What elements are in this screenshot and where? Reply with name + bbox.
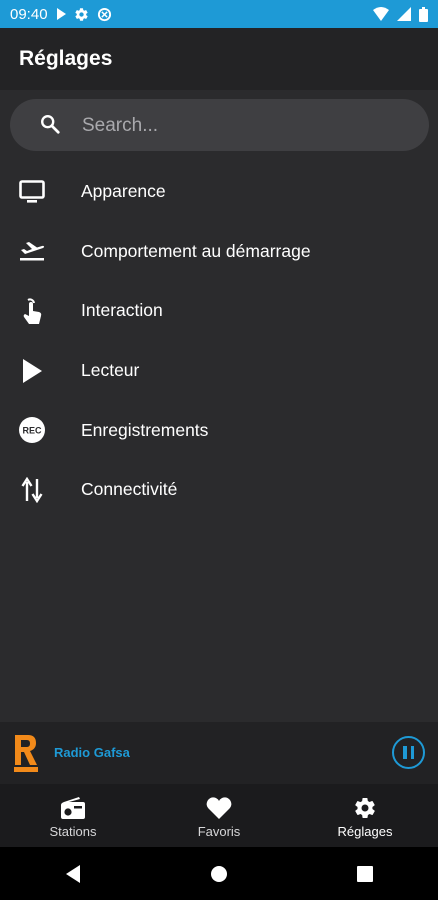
play-icon xyxy=(18,357,46,385)
search-icon[interactable] xyxy=(39,113,61,140)
pause-icon xyxy=(410,746,414,759)
signal-icon xyxy=(397,7,411,21)
home-icon xyxy=(211,865,227,882)
gear-icon xyxy=(353,795,377,821)
menu-item-enregistrements[interactable]: REC Enregistrements xyxy=(0,400,438,460)
status-time: 09:40 xyxy=(10,5,48,23)
search-input[interactable] xyxy=(80,107,404,145)
menu-item-connectivite[interactable]: Connectivité xyxy=(0,460,438,520)
menu-item-label: Connectivité xyxy=(81,479,178,500)
play-icon xyxy=(56,8,66,20)
system-nav-bar xyxy=(0,847,438,900)
sync-icon xyxy=(97,7,112,22)
swap-vertical-icon xyxy=(18,476,46,504)
page-title: Réglages xyxy=(19,47,113,70)
menu-item-label: Interaction xyxy=(81,300,163,321)
menu-item-apparence[interactable]: Apparence xyxy=(0,162,438,222)
nav-label: Favoris xyxy=(197,824,241,839)
radio-icon xyxy=(60,795,86,821)
search-bar[interactable] xyxy=(10,99,429,151)
recents-button[interactable] xyxy=(335,854,395,894)
nav-label: Réglages xyxy=(337,824,393,839)
pause-button[interactable] xyxy=(392,736,425,769)
menu-item-label: Enregistrements xyxy=(81,419,209,440)
back-button[interactable] xyxy=(43,854,103,894)
status-left: 09:40 xyxy=(10,6,112,23)
menu-item-comportement[interactable]: Comportement au démarrage xyxy=(0,222,438,282)
mini-player[interactable]: Radio Gafsa xyxy=(0,722,438,784)
nav-item-reglages[interactable]: Réglages xyxy=(292,784,438,847)
menu-item-label: Comportement au démarrage xyxy=(81,240,311,261)
menu-item-label: Lecteur xyxy=(81,360,140,381)
station-logo xyxy=(12,732,40,774)
gear-icon xyxy=(74,7,89,22)
monitor-icon xyxy=(18,178,46,206)
status-bar: 09:40 xyxy=(0,0,438,28)
settings-menu: Apparence Comportement au démarrage Inte… xyxy=(0,162,438,520)
menu-item-lecteur[interactable]: Lecteur xyxy=(0,341,438,401)
status-right xyxy=(373,6,428,22)
svg-text:REC: REC xyxy=(22,426,42,436)
recents-icon xyxy=(357,865,373,882)
wifi-icon xyxy=(373,7,389,21)
app-bar: Réglages xyxy=(0,28,438,90)
nav-item-stations[interactable]: Stations xyxy=(0,784,146,847)
back-icon xyxy=(66,864,80,883)
pause-icon xyxy=(403,746,407,759)
plane-takeoff-icon xyxy=(18,237,46,265)
battery-icon xyxy=(419,6,428,22)
bottom-nav: Stations Favoris Réglages xyxy=(0,784,438,847)
touch-icon xyxy=(18,297,46,325)
nav-label: Stations xyxy=(49,824,97,839)
rec-icon: REC xyxy=(18,416,46,444)
nav-item-favoris[interactable]: Favoris xyxy=(146,784,292,847)
heart-icon xyxy=(206,795,232,821)
station-name: Radio Gafsa xyxy=(54,745,130,760)
menu-item-interaction[interactable]: Interaction xyxy=(0,281,438,341)
home-button[interactable] xyxy=(189,854,249,894)
menu-item-label: Apparence xyxy=(81,181,166,202)
